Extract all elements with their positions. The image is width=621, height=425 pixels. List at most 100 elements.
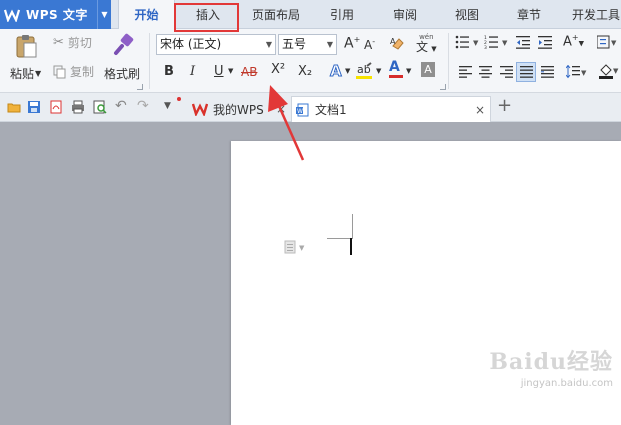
character-shading-button[interactable]: A (421, 62, 435, 77)
increase-indent-button[interactable] (538, 35, 552, 49)
redo-icon[interactable]: ↷ (137, 98, 151, 114)
superscript-button[interactable]: X² (271, 62, 285, 77)
shrink-font-button[interactable]: A- (364, 37, 375, 52)
copy-icon (53, 65, 66, 78)
print-preview-icon[interactable] (93, 100, 107, 114)
eraser-icon: A (390, 37, 404, 50)
app-menu-dropdown-icon[interactable]: ▼ (97, 0, 111, 29)
paste-label-button[interactable]: 粘贴 ▼ (10, 65, 41, 82)
decrease-indent-button[interactable] (516, 35, 530, 49)
align-right-button[interactable] (500, 66, 513, 78)
align-left-icon (459, 66, 472, 78)
separator (448, 33, 449, 89)
tab-review[interactable]: 审阅 (381, 0, 429, 29)
line-spacing-button[interactable]: ▼ (566, 65, 588, 79)
close-tab-icon[interactable]: × (475, 103, 485, 117)
tab-references[interactable]: 引用 (318, 0, 366, 29)
font-name-select[interactable]: 宋体 (正文) ▼ (156, 34, 276, 55)
document-workspace: ▼ Baidu经验 jingyan.baidu.com (0, 122, 621, 425)
app-name: WPS 文字 (26, 8, 88, 22)
justify-button[interactable] (516, 62, 536, 82)
font-color-dropdown-icon[interactable]: ▼ (406, 67, 411, 75)
export-pdf-icon[interactable] (49, 100, 63, 114)
tab-view[interactable]: 视图 (443, 0, 491, 29)
bullet-list-button[interactable]: ▼ (455, 35, 481, 49)
wps-red-logo-icon (192, 103, 208, 116)
quick-access-toolbar: ↶ ↷ ▼ 我的WPS × W 文档1 × + (0, 93, 621, 122)
paste-options-icon[interactable]: ▼ (284, 240, 306, 254)
highlighter-icon: ab (356, 62, 372, 79)
underline-button[interactable]: U (214, 64, 224, 79)
format-painter-label-wrap[interactable]: 格式刷 (104, 65, 140, 82)
print-icon[interactable] (71, 100, 85, 114)
doc-tab-label: 文档1 (315, 103, 347, 117)
chinese-layout-icon: ▼ (597, 35, 617, 49)
doc-tab-document-1[interactable]: W 文档1 × (291, 96, 491, 122)
wps-logo-icon (4, 8, 20, 22)
align-left-button[interactable] (459, 66, 472, 78)
font-size-select[interactable]: 五号 ▼ (278, 34, 337, 55)
doc-tab-my-wps[interactable]: 我的WPS × (188, 96, 288, 122)
watermark-url: jingyan.baidu.com (520, 378, 613, 389)
svg-text:A: A (390, 37, 396, 46)
text-effect-button[interactable]: A (330, 62, 343, 81)
numbered-list-icon: 1 2 3 ▼ (484, 35, 508, 49)
doc-tab-label: 我的WPS (213, 102, 264, 117)
format-painter-label: 格式刷 (104, 67, 141, 81)
text-cursor (350, 238, 352, 255)
font-name-dropdown-icon: ▼ (265, 40, 272, 49)
app-menu-button[interactable]: WPS 文字 ▼ (0, 0, 111, 29)
tab-sections[interactable]: 章节 (505, 0, 553, 29)
menu-bar: WPS 文字 ▼ 开始 插入 页面布局 引用 审阅 视图 章节 开发工具 (0, 0, 621, 30)
word-doc-icon: W (296, 103, 309, 116)
font-color-bar (389, 75, 403, 78)
underline-dropdown-icon[interactable]: ▼ (228, 67, 233, 75)
svg-text:▼: ▼ (299, 244, 305, 252)
subscript-button[interactable]: X₂ (298, 64, 312, 79)
bold-button[interactable]: B (164, 64, 174, 79)
highlight-dropdown-icon[interactable]: ▼ (376, 67, 381, 75)
margin-corner-mark (352, 214, 353, 239)
open-folder-icon[interactable] (7, 100, 21, 114)
copy-button[interactable]: 复制 (53, 63, 94, 80)
undo-icon[interactable]: ↶ (115, 98, 129, 114)
svg-text:▼: ▼ (502, 39, 508, 47)
distributed-align-icon (541, 66, 554, 78)
customize-toolbar-dropdown-icon[interactable]: ▼ (164, 101, 178, 115)
strikethrough-button[interactable]: AB (241, 65, 257, 79)
bullet-list-icon: ▼ (455, 35, 479, 49)
chinese-layout-button[interactable]: ▼ (597, 35, 617, 49)
tab-developer[interactable]: 开发工具 (566, 0, 621, 29)
svg-text:▼: ▼ (611, 39, 617, 47)
format-painter-button[interactable] (103, 33, 143, 57)
italic-button[interactable]: I (190, 64, 195, 79)
grow-font-button[interactable]: A+ (344, 35, 360, 52)
cut-label: 剪切 (67, 36, 92, 50)
cut-button[interactable]: ✂ 剪切 (53, 34, 92, 51)
watermark-brand: Baidu经验 (489, 349, 613, 375)
distributed-align-button[interactable] (541, 66, 554, 78)
highlight-button[interactable]: ab (356, 62, 374, 80)
clipboard-launcher-icon[interactable] (137, 84, 143, 90)
phonetic-label: 文 (416, 40, 429, 54)
clear-format-button[interactable]: A (390, 35, 406, 51)
shading-button[interactable]: ▼ (598, 63, 620, 79)
close-tab-icon[interactable]: × (276, 102, 286, 116)
font-color-button[interactable]: A (389, 60, 403, 78)
align-right-icon (500, 66, 513, 78)
tab-page-layout[interactable]: 页面布局 (244, 0, 308, 29)
numbered-list-button[interactable]: 1 2 3 ▼ (484, 35, 510, 49)
insert-tab-highlight-box (174, 3, 239, 32)
phonetic-guide-button[interactable]: wén 文 ▼ (416, 32, 437, 54)
text-effect-dropdown-icon[interactable]: ▼ (345, 67, 350, 75)
save-icon[interactable] (27, 100, 41, 114)
separator (149, 33, 150, 89)
new-tab-plus-icon[interactable]: + (497, 95, 512, 116)
paste-button[interactable] (8, 33, 44, 59)
svg-text:3: 3 (484, 45, 487, 49)
tab-home[interactable]: 开始 (118, 0, 175, 30)
copy-label: 复制 (70, 65, 95, 79)
font-launcher-icon[interactable] (440, 84, 446, 90)
change-case-button[interactable]: A+▼ (563, 33, 584, 49)
align-center-button[interactable] (479, 66, 492, 78)
